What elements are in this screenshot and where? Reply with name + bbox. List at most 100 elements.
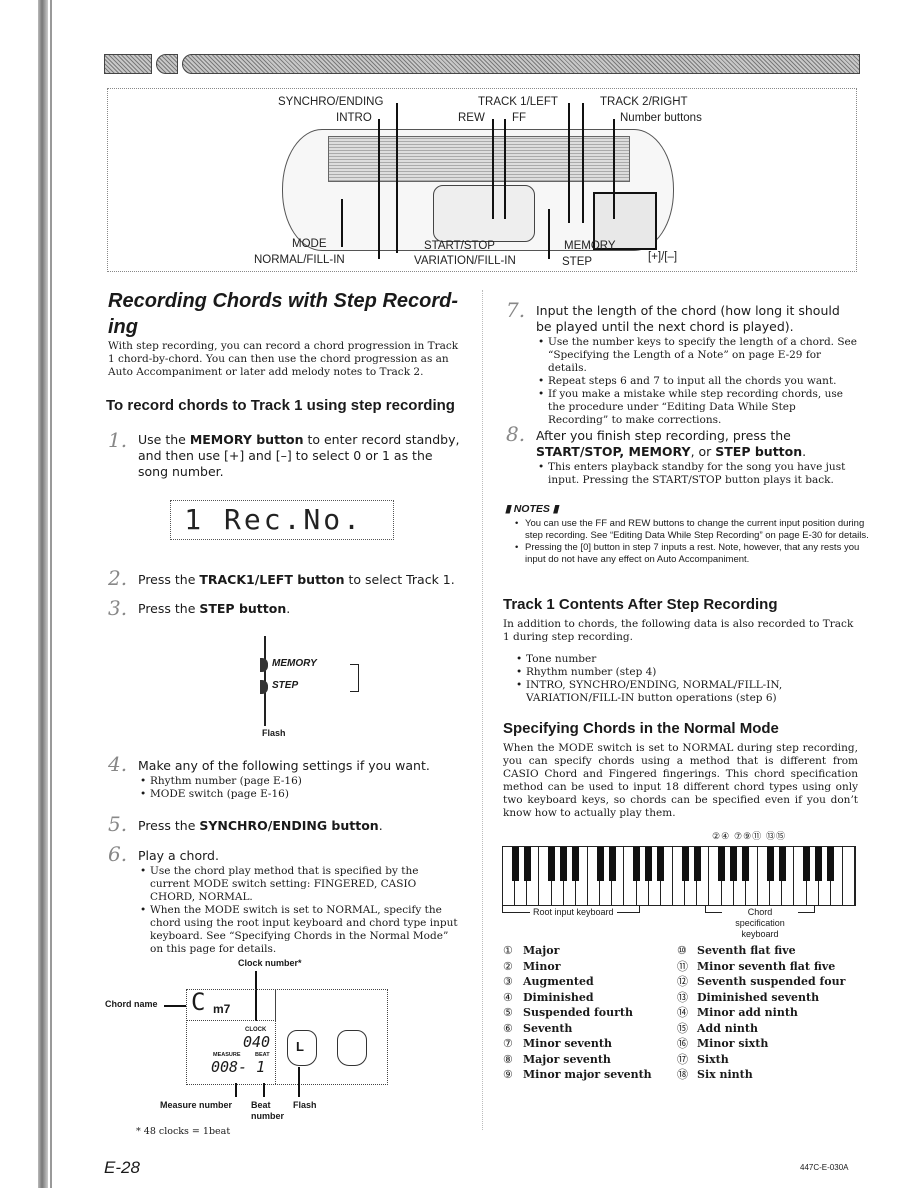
chord-type-number: ⑰ — [677, 1052, 688, 1066]
chord-type-item: ⑨ Minor major seventh — [503, 1067, 678, 1083]
black-key — [511, 847, 519, 881]
step-number-3: 3. — [108, 596, 128, 620]
chord-type-item: ⑫ Seventh suspended four — [677, 974, 862, 990]
black-key — [802, 847, 810, 881]
bracket — [350, 664, 359, 692]
black-key — [657, 847, 665, 881]
chord-type-label: Major — [523, 944, 560, 957]
clock-number-label: Clock number* — [238, 958, 302, 968]
leader-line — [568, 103, 570, 223]
chord-type-label: Sixth — [697, 1052, 729, 1066]
step-3-text: Press the — [138, 601, 200, 616]
keyboard-panel-diagram: SYNCHRO/ENDING INTRO TRACK 1/LEFT TRACK … — [107, 88, 857, 272]
chord-root: C — [191, 988, 206, 1016]
step-number-1: 1. — [108, 428, 128, 452]
bullet-item: Rhythm number (page E-16) — [140, 775, 460, 788]
step-1: Use the MEMORY button to enter record st… — [138, 432, 460, 480]
track1-heading: Track 1 Contents After Step Recording — [503, 596, 778, 613]
step-8-bold1: START/STOP, MEMORY — [536, 444, 691, 459]
chord-type-number: ⑩ — [677, 944, 687, 957]
callout-plus-minus: [+]/[–] — [648, 251, 678, 263]
keyboard-top-marks: ②④ ⑦⑨⑪ ⑬⑮ — [712, 832, 786, 842]
step-8-post: . — [802, 444, 807, 459]
footnote: * 48 clocks = 1beat — [136, 1126, 231, 1137]
callout-variation-fill-in: VARIATION/FILL-IN — [414, 255, 516, 267]
step-2: Press the TRACK1/LEFT button to select T… — [138, 572, 460, 588]
step-5-text: Press the — [138, 818, 200, 833]
black-key — [560, 847, 568, 881]
black-key — [596, 847, 604, 881]
chord-field: C m7 — [187, 988, 276, 1021]
step-number-5: 5. — [108, 812, 128, 836]
section-title: Recording Chords with Step Record-ing — [108, 290, 459, 338]
step-3-text-cont: . — [286, 601, 291, 616]
chord-type-number: ③ — [503, 975, 513, 988]
measure-number-label: Measure number — [160, 1100, 233, 1110]
leader-line — [298, 1067, 300, 1097]
step-5-bold: SYNCHRO/ENDING button — [199, 818, 379, 833]
console-display — [433, 185, 535, 242]
divider — [275, 990, 277, 1084]
chord-type-number: ⑮ — [677, 1021, 688, 1035]
chord-type-label: Seventh — [523, 1021, 573, 1035]
chord-type-label: Minor seventh flat five — [697, 959, 836, 973]
step-8: After you finish step recording, press t… — [536, 428, 858, 487]
black-key — [548, 847, 556, 881]
step-8-mid: , or — [690, 444, 716, 459]
chord-type-label: Minor — [523, 959, 561, 973]
chord-types-col1: ① Major ② Minor ③ Augmented ④ Diminished ⑤ Suspen… — [503, 943, 678, 1083]
step-number-8: 8. — [506, 422, 526, 446]
callout-track1-left: TRACK 1/LEFT — [478, 96, 558, 108]
lcd-screen: C m7 CLOCK 040 MEASURE BEAT 008- 1 L — [186, 988, 388, 1085]
chord-type-item: ⑬ Diminished seventh — [677, 990, 862, 1006]
step-number-2: 2. — [108, 566, 128, 590]
step-1-text: Use the — [138, 432, 190, 447]
bullet-item: Use the chord play method that is specif… — [140, 865, 460, 904]
doc-code: 447C-E-030A — [800, 1163, 849, 1172]
notes-heading-text: NOTES — [513, 503, 550, 515]
step-4-bullets: Rhythm number (page E-16) MODE switch (p… — [138, 775, 460, 801]
subheading-record-chords: To record chords to Track 1 using step r… — [106, 397, 455, 414]
callout-intro: INTRO — [336, 112, 372, 124]
chord-type-item: ② Minor — [503, 959, 678, 975]
step-7-bullets: Use the number keys to specify the lengt… — [536, 336, 858, 427]
step-5-text-cont: . — [378, 818, 383, 833]
white-key — [842, 847, 856, 905]
black-key — [645, 847, 653, 881]
leader-line — [613, 119, 615, 219]
step-7: Input the length of the chord (how long … — [536, 303, 858, 427]
leader-line — [378, 119, 380, 259]
chord-type-number: ② — [503, 959, 513, 973]
step-8-bold2: STEP button — [715, 444, 803, 459]
black-key — [693, 847, 701, 881]
bullet-item: When the MODE switch is set to NORMAL, s… — [140, 904, 460, 956]
callout-step: STEP — [562, 256, 593, 268]
callout-track2-right: TRACK 2/RIGHT — [600, 96, 688, 108]
leader-line — [548, 209, 550, 259]
bullet-item: This enters playback standby for the son… — [538, 461, 858, 487]
chord-type-label: Diminished — [523, 990, 594, 1004]
chord-type-number: ⑨ — [503, 1068, 513, 1081]
step-1-bold: MEMORY button — [189, 432, 304, 447]
right-hand-icon — [337, 1030, 367, 1066]
step-2-bold: TRACK1/LEFT button — [199, 572, 345, 587]
step-6: Play a chord. Use the chord play method … — [138, 848, 460, 956]
chord-type-item: ⑯ Minor sixth — [677, 1036, 862, 1052]
step-6-bullets: Use the chord play method that is specif… — [138, 865, 460, 956]
step-5: Press the SYNCHRO/ENDING button. — [138, 818, 460, 834]
chord-type-item: ⑧ Major seventh — [503, 1052, 678, 1068]
chord-type-label: Minor add ninth — [697, 1006, 798, 1019]
callout-memory: MEMORY — [564, 240, 616, 252]
black-key — [815, 847, 823, 881]
callout-rew: REW — [458, 112, 485, 124]
normal-mode-heading: Specifying Chords in the Normal Mode — [503, 720, 779, 737]
chord-type-item: ⑮ Add ninth — [677, 1021, 862, 1037]
callout-start-stop: START/STOP — [424, 240, 495, 252]
page-binding-line — [50, 0, 52, 1188]
leader-line — [582, 103, 584, 223]
chord-type-item: ⑰ Sixth — [677, 1052, 862, 1068]
black-key — [572, 847, 580, 881]
step-indicator-icon — [260, 680, 268, 694]
chord-display-figure: Clock number* Chord name C m7 CLOCK 040 … — [100, 955, 470, 1137]
chord-types-col2: ⑩ Seventh flat five ⑪ Minor seventh flat fi… — [677, 943, 862, 1083]
